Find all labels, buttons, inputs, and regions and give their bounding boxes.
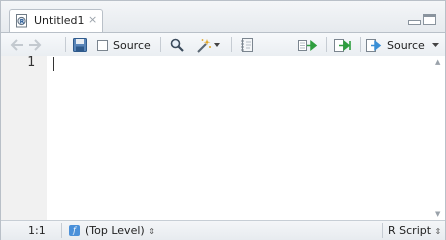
- find-button[interactable]: [170, 37, 184, 53]
- line-number-gutter: 1: [1, 55, 47, 220]
- code-tools-button[interactable]: [196, 37, 220, 53]
- notebook-icon: [241, 38, 253, 52]
- scroll-up-icon[interactable]: ▲: [435, 58, 440, 66]
- file-type-selector[interactable]: R Script ⇕: [388, 224, 441, 237]
- vertical-scrollbar[interactable]: ▲ ▼: [432, 56, 445, 220]
- save-icon: [73, 38, 87, 52]
- back-arrow-icon: [10, 39, 23, 51]
- toolbar-divider: [360, 37, 361, 52]
- scope-selector[interactable]: (Top Level) ⇕: [85, 224, 155, 237]
- source-icon: [366, 38, 382, 52]
- save-button[interactable]: [73, 37, 87, 53]
- status-bar: 1:1 f (Top Level) ⇕ R Script ⇕: [1, 220, 445, 240]
- source-pane: R Untitled1 × Source Source 1 ▲ ▼ 1:1 f …: [0, 0, 446, 240]
- r-script-file-icon: R: [16, 14, 27, 28]
- toolbar-divider: [65, 37, 66, 52]
- back-button[interactable]: [10, 37, 24, 53]
- source-on-save-label: Source: [113, 38, 151, 52]
- tab-untitled1[interactable]: R Untitled1 ×: [9, 9, 103, 32]
- text-cursor: [53, 57, 54, 71]
- minimize-icon[interactable]: [408, 14, 421, 25]
- search-icon: [170, 38, 184, 52]
- status-divider: [382, 223, 383, 238]
- compile-report-button[interactable]: [240, 37, 254, 53]
- source-label: Source: [387, 38, 425, 52]
- toolbar-divider: [326, 37, 327, 52]
- svg-text:R: R: [20, 18, 25, 25]
- run-button[interactable]: [298, 37, 320, 53]
- code-editor[interactable]: 1 ▲ ▼: [1, 55, 445, 220]
- updown-icon: ⇕: [434, 227, 442, 236]
- run-lines-icon: [298, 39, 318, 51]
- scroll-down-icon[interactable]: ▼: [435, 210, 440, 218]
- scope-label: (Top Level): [85, 224, 145, 237]
- editor-toolbar: Source Source: [1, 32, 445, 57]
- toolbar-divider: [160, 37, 161, 52]
- tab-title: Untitled1: [34, 14, 85, 27]
- source-on-save-toggle[interactable]: Source: [97, 37, 151, 53]
- source-button[interactable]: Source: [366, 37, 425, 53]
- source-on-save-checkbox[interactable]: [97, 39, 108, 51]
- forward-arrow-icon: [29, 39, 42, 51]
- file-type-label: R Script: [388, 224, 432, 237]
- source-dropdown[interactable]: [432, 37, 439, 53]
- rerun-region-icon: [334, 38, 351, 52]
- line-number: 1: [27, 55, 35, 70]
- rerun-button[interactable]: [334, 37, 354, 53]
- chevron-down-icon: [214, 43, 220, 47]
- cursor-position: 1:1: [28, 224, 46, 237]
- maximize-icon[interactable]: [423, 14, 436, 25]
- updown-icon: ⇕: [148, 227, 155, 236]
- chevron-down-icon: [432, 43, 439, 47]
- function-scope-icon: f: [69, 225, 80, 236]
- toolbar-divider: [231, 37, 232, 52]
- status-divider: [61, 223, 62, 238]
- close-icon[interactable]: ×: [88, 13, 97, 26]
- magic-wand-icon: [197, 38, 211, 53]
- tab-strip: R Untitled1 ×: [1, 1, 445, 32]
- forward-button[interactable]: [28, 37, 42, 53]
